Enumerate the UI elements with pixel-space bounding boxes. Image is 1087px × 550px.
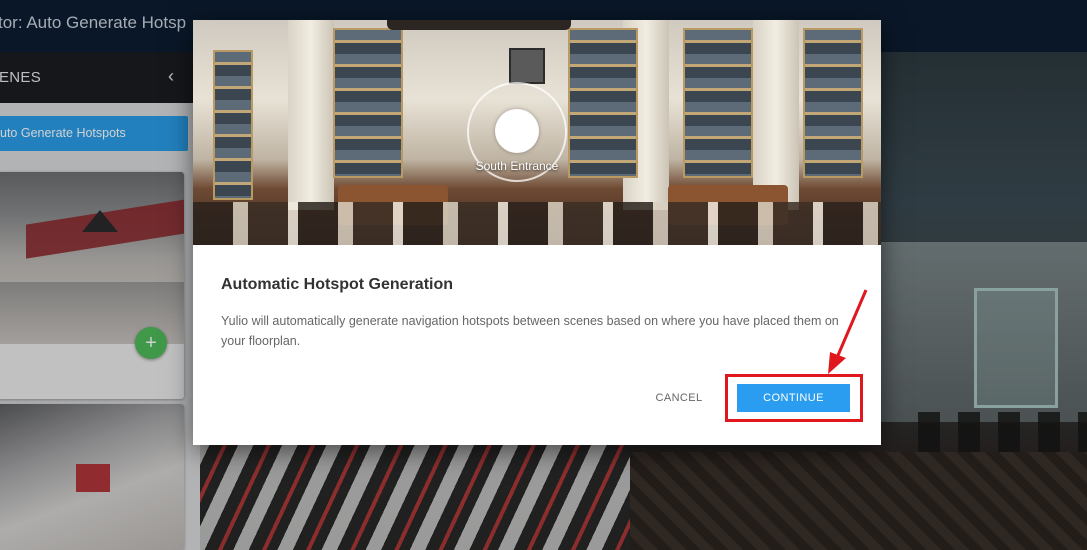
cancel-button[interactable]: CANCEL <box>644 386 714 410</box>
dialog-title: Automatic Hotspot Generation <box>221 276 454 293</box>
annotation-highlight-box <box>725 374 863 422</box>
hotspot-label: South Entrance <box>475 159 559 173</box>
scene-preview-image: South Entrance <box>193 20 881 245</box>
hotspot-marker[interactable] <box>495 109 539 153</box>
dialog-message: Yulio will automatically generate naviga… <box>221 314 839 348</box>
annotation-arrow-icon <box>828 289 868 374</box>
